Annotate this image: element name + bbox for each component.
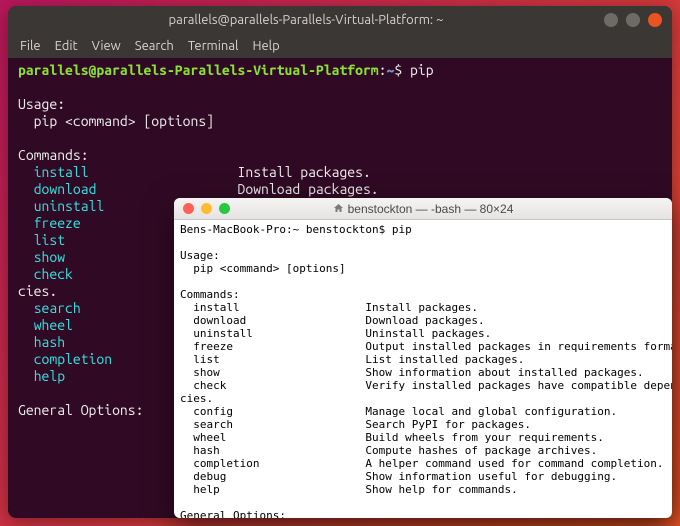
maximize-button[interactable] (626, 13, 640, 27)
ubuntu-titlebar[interactable]: parallels@parallels-Parallels-Virtual-Pl… (8, 6, 672, 34)
menu-search[interactable]: Search (135, 39, 174, 53)
ubuntu-menubar: File Edit View Search Terminal Help (8, 34, 672, 58)
menu-edit[interactable]: Edit (55, 39, 78, 53)
minimize-button[interactable] (604, 13, 618, 27)
mac-window-controls (174, 203, 230, 214)
close-button[interactable] (183, 203, 194, 214)
menu-help[interactable]: Help (252, 39, 279, 53)
menu-view[interactable]: View (92, 39, 121, 53)
ubuntu-window-controls (604, 13, 672, 27)
mac-terminal-window: benstockton — -bash — 80×24 Bens-MacBook… (174, 198, 672, 518)
menu-terminal[interactable]: Terminal (188, 39, 239, 53)
zoom-button[interactable] (219, 203, 230, 214)
mac-title-text: benstockton — -bash — 80×24 (348, 202, 514, 216)
mac-terminal-body[interactable]: Bens-MacBook-Pro:~ benstockton$ pip Usag… (174, 220, 672, 518)
ubuntu-window-title: parallels@parallels-Parallels-Virtual-Pl… (8, 13, 604, 27)
close-button[interactable] (648, 13, 662, 27)
mac-window-title: benstockton — -bash — 80×24 (174, 202, 672, 216)
menu-file[interactable]: File (20, 39, 41, 53)
home-icon (333, 203, 344, 214)
mac-titlebar[interactable]: benstockton — -bash — 80×24 (174, 198, 672, 220)
minimize-button[interactable] (201, 203, 212, 214)
